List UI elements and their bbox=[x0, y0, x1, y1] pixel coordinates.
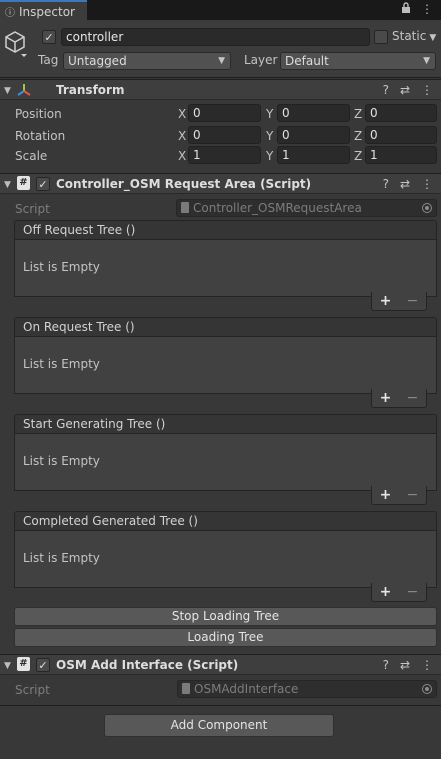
event-footer-completed-generated: + − bbox=[371, 583, 427, 602]
more-options-icon[interactable]: ⋮ bbox=[421, 658, 433, 672]
add-icon[interactable]: + bbox=[380, 390, 392, 406]
stop-loading-tree-button[interactable]: Stop Loading Tree bbox=[14, 607, 437, 626]
event-footer-off-request: + − bbox=[371, 292, 427, 311]
event-footer-on-request: + − bbox=[371, 389, 427, 408]
osm-add-enabled-checkbox[interactable]: ✓ bbox=[36, 658, 50, 672]
axis-y-label[interactable]: Y bbox=[266, 129, 273, 143]
script-file-icon bbox=[182, 683, 190, 694]
event-list-completed-generated: List is Empty bbox=[14, 531, 437, 588]
scale-y-input[interactable]: 1 bbox=[277, 146, 350, 164]
script-object-field[interactable]: OSMAddInterface bbox=[177, 680, 437, 698]
remove-icon[interactable]: − bbox=[407, 390, 419, 406]
layer-dropdown[interactable]: Default ▼ bbox=[280, 52, 436, 70]
rotation-y-input[interactable]: 0 bbox=[277, 126, 350, 144]
axis-z-label[interactable]: Z bbox=[354, 107, 362, 121]
layer-label: Layer bbox=[244, 53, 278, 67]
axis-z-label[interactable]: Z bbox=[354, 149, 362, 163]
add-icon[interactable]: + bbox=[380, 487, 392, 503]
tag-dropdown[interactable]: Untagged ▼ bbox=[63, 52, 231, 70]
axis-x-label[interactable]: X bbox=[178, 149, 186, 163]
axis-z-label[interactable]: Z bbox=[354, 129, 362, 143]
remove-icon[interactable]: − bbox=[407, 584, 419, 600]
position-x-input[interactable]: 0 bbox=[188, 104, 261, 122]
rotation-x-input[interactable]: 0 bbox=[188, 126, 261, 144]
position-label: Position bbox=[15, 107, 62, 121]
event-header-on-request: On Request Tree () bbox=[14, 317, 437, 337]
chevron-down-icon: ▼ bbox=[423, 56, 430, 66]
scale-label: Scale bbox=[15, 149, 48, 163]
foldout-arrow-icon[interactable]: ▼ bbox=[4, 180, 11, 190]
scale-z-input[interactable]: 1 bbox=[365, 146, 437, 164]
gameobject-cube-icon bbox=[3, 28, 27, 57]
event-list-start-generating: List is Empty bbox=[14, 434, 437, 491]
osm-add-interface-title: OSM Add Interface (Script) bbox=[56, 658, 239, 672]
more-options-icon[interactable]: ⋮ bbox=[421, 83, 433, 97]
axis-y-label[interactable]: Y bbox=[266, 149, 273, 163]
presets-icon[interactable]: ⇄ bbox=[400, 83, 410, 97]
foldout-arrow-icon[interactable]: ▼ bbox=[4, 86, 11, 96]
tab-label: Inspector bbox=[19, 4, 75, 19]
axis-x-label[interactable]: X bbox=[178, 129, 186, 143]
script-object-field[interactable]: Controller_OSMRequestArea bbox=[176, 199, 437, 217]
script-label: Script bbox=[15, 202, 50, 216]
chevron-down-icon: ▼ bbox=[218, 56, 225, 66]
add-icon[interactable]: + bbox=[380, 584, 392, 600]
event-header-off-request: Off Request Tree () bbox=[14, 220, 437, 240]
event-header-start-generating: Start Generating Tree () bbox=[14, 414, 437, 434]
rotation-z-input[interactable]: 0 bbox=[365, 126, 437, 144]
rotation-label: Rotation bbox=[15, 129, 66, 143]
event-footer-start-generating: + − bbox=[371, 486, 427, 505]
more-options-icon[interactable]: ⋮ bbox=[421, 177, 433, 191]
help-icon[interactable]: ? bbox=[383, 658, 389, 672]
axis-x-label[interactable]: X bbox=[178, 107, 186, 121]
controller-component-title: Controller_OSM Request Area (Script) bbox=[56, 177, 312, 191]
event-list-on-request: List is Empty bbox=[14, 337, 437, 394]
script-hash-icon: # bbox=[17, 657, 30, 671]
script-hash-icon: # bbox=[17, 176, 30, 190]
info-icon: ⓘ bbox=[5, 8, 15, 19]
remove-icon[interactable]: − bbox=[407, 293, 419, 309]
active-checkbox[interactable]: ✓ bbox=[42, 30, 56, 44]
lock-icon[interactable] bbox=[401, 2, 411, 17]
scale-x-input[interactable]: 1 bbox=[188, 146, 261, 164]
object-picker-icon[interactable] bbox=[422, 684, 432, 694]
transform-title: Transform bbox=[56, 83, 125, 97]
object-name-input[interactable]: controller bbox=[61, 28, 370, 46]
add-icon[interactable]: + bbox=[380, 293, 392, 309]
position-z-input[interactable]: 0 bbox=[365, 104, 437, 122]
transform-icon bbox=[16, 82, 32, 101]
presets-icon[interactable]: ⇄ bbox=[400, 658, 410, 672]
event-list-off-request: List is Empty bbox=[14, 240, 437, 297]
add-component-button[interactable]: Add Component bbox=[104, 714, 334, 737]
script-label: Script bbox=[15, 683, 50, 697]
help-icon[interactable]: ? bbox=[383, 177, 389, 191]
presets-icon[interactable]: ⇄ bbox=[400, 177, 410, 191]
script-file-icon bbox=[181, 202, 189, 213]
static-checkbox[interactable] bbox=[374, 30, 388, 44]
axis-y-label[interactable]: Y bbox=[266, 107, 273, 121]
object-picker-icon[interactable] bbox=[422, 203, 432, 213]
position-y-input[interactable]: 0 bbox=[277, 104, 350, 122]
help-icon[interactable]: ? bbox=[383, 83, 389, 97]
tab-bar: ⓘ Inspector ⋮ bbox=[0, 0, 441, 21]
more-options-icon[interactable]: ⋮ bbox=[421, 2, 433, 17]
loading-tree-button[interactable]: Loading Tree bbox=[14, 628, 437, 647]
event-header-completed-generated: Completed Generated Tree () bbox=[14, 511, 437, 531]
foldout-arrow-icon[interactable]: ▼ bbox=[4, 661, 11, 671]
controller-enabled-checkbox[interactable]: ✓ bbox=[36, 177, 50, 191]
static-label[interactable]: Static ▼ bbox=[392, 29, 436, 43]
remove-icon[interactable]: − bbox=[407, 487, 419, 503]
tab-inspector[interactable]: ⓘ Inspector bbox=[0, 0, 87, 21]
tag-label: Tag bbox=[38, 53, 59, 67]
